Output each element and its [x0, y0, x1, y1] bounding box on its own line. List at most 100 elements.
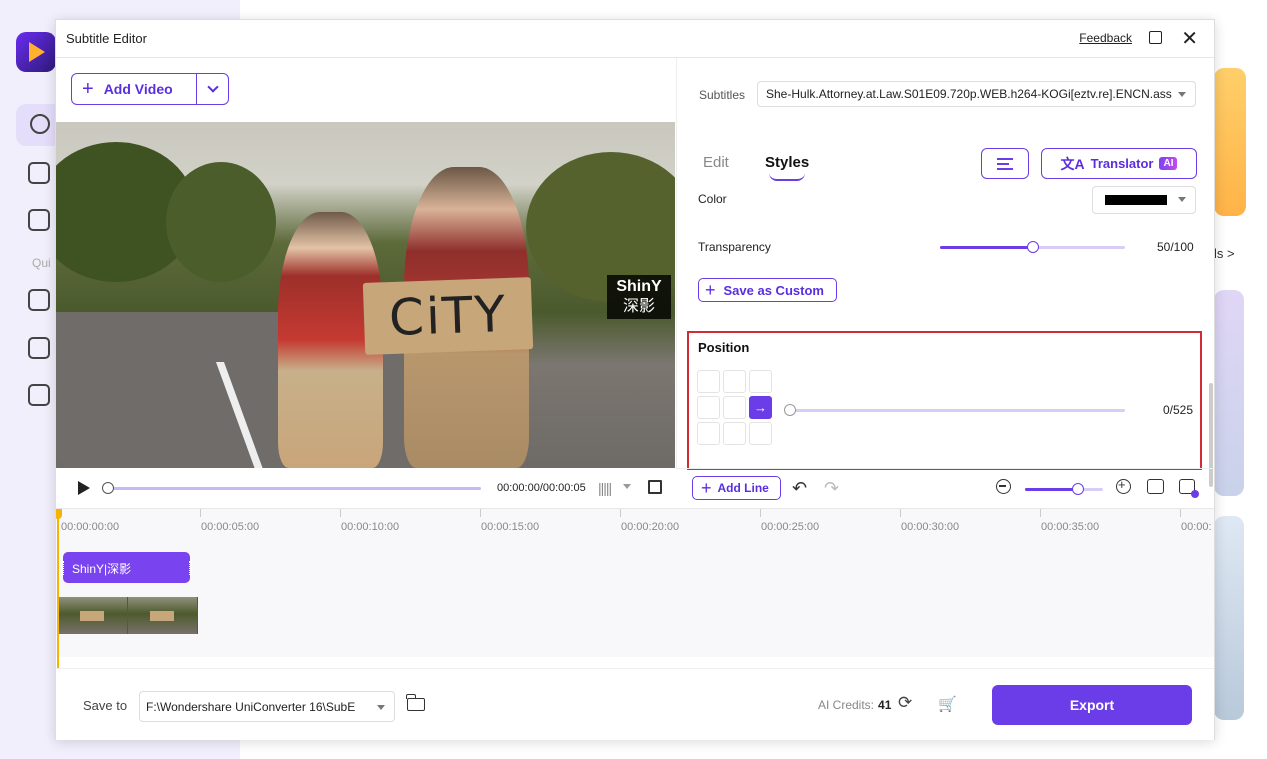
playback-scrubber[interactable] [102, 482, 481, 494]
city-sign: CiTY [362, 277, 534, 355]
ruler-tick [340, 509, 341, 517]
subtitles-label: Subtitles [699, 88, 746, 102]
transparency-value: 50/100 [1157, 240, 1194, 254]
video-thumbnail [58, 597, 128, 634]
playhead[interactable] [56, 509, 62, 668]
ruler-tick [760, 509, 761, 517]
image-settings-icon[interactable] [1179, 479, 1199, 498]
zoom-out-icon[interactable] [996, 479, 1011, 494]
timeline-ruler[interactable]: 00:00:00:00 00:00:05:00 00:00:10:00 00:00:1… [56, 509, 1214, 545]
zoom-slider-fill [1025, 488, 1079, 491]
export-button[interactable]: Export [992, 685, 1192, 725]
position-slider-knob[interactable] [784, 404, 796, 416]
add-video-button-group: + Add Video [71, 73, 229, 105]
translate-icon: 文A [1060, 155, 1085, 172]
position-offset-slider[interactable] [784, 404, 1125, 416]
ruler-tick-label: 00:00:30:00 [901, 521, 960, 533]
position-middle-right[interactable]: → [749, 396, 772, 419]
position-title: Position [698, 340, 750, 355]
fit-timeline-icon[interactable] [1147, 479, 1164, 494]
save-to-label: Save to [83, 698, 128, 713]
save-path-value: F:\Wondershare UniConverter 16\SubE [146, 700, 356, 714]
ruler-tick [200, 509, 201, 517]
tab-styles[interactable]: Styles [765, 154, 809, 171]
clip-handle-left[interactable] [61, 561, 64, 575]
background-card-2 [1214, 516, 1244, 720]
refresh-icon[interactable]: ⟳ [898, 693, 912, 713]
audio-wave-icon[interactable]: ||||| [598, 480, 612, 496]
ruler-tick-label: 00:00:05:00 [201, 521, 260, 533]
scrubber-knob[interactable] [102, 482, 114, 494]
tab-edit[interactable]: Edit [703, 154, 729, 171]
position-bottom-center[interactable] [723, 422, 746, 445]
zoom-slider-knob[interactable] [1072, 483, 1085, 495]
arrow-right-icon: → [754, 400, 767, 415]
tree-shape [166, 162, 276, 282]
convert-icon[interactable] [28, 337, 50, 359]
video-track[interactable] [58, 597, 198, 634]
play-icon[interactable] [78, 481, 90, 495]
redo-icon[interactable]: ↷ [824, 478, 839, 499]
toolbox-icon[interactable] [28, 162, 50, 184]
color-picker[interactable] [1092, 186, 1196, 214]
fullscreen-icon[interactable] [648, 480, 662, 494]
undo-icon[interactable]: ↶ [792, 478, 807, 499]
position-top-right[interactable] [749, 370, 772, 393]
add-video-dropdown[interactable] [196, 74, 228, 104]
save-as-custom-button[interactable]: + Save as Custom [698, 278, 837, 302]
position-bottom-left[interactable] [697, 422, 720, 445]
position-middle-left[interactable] [697, 396, 720, 419]
maximize-icon[interactable] [1149, 31, 1162, 44]
add-video-button[interactable]: + Add Video [72, 74, 196, 104]
add-video-label: Add Video [103, 81, 173, 97]
ruler-tick [1180, 509, 1181, 517]
ruler-tick-label: 00:00:20:00 [621, 521, 680, 533]
app-logo [16, 32, 56, 72]
transparency-slider[interactable] [940, 241, 1125, 253]
close-icon[interactable]: ✕ [1181, 26, 1198, 51]
position-grid: → [697, 370, 772, 445]
background-more-link[interactable]: ls > [1214, 246, 1235, 261]
watermark-line1: ShinY [616, 278, 662, 295]
ruler-tick-label: 00:00: [1181, 521, 1212, 533]
styles-panel: Subtitles She-Hulk.Attorney.at.Law.S01E0… [676, 58, 1214, 487]
clip-handle-right[interactable] [189, 561, 192, 575]
feedback-link[interactable]: Feedback [1079, 31, 1132, 45]
position-top-left[interactable] [697, 370, 720, 393]
position-middle-center[interactable] [723, 396, 746, 419]
background-banner-card [1214, 68, 1246, 216]
cart-icon[interactable]: 🛒 [938, 695, 957, 713]
title-bar: Subtitle Editor Feedback ✕ [56, 20, 1214, 58]
zoom-slider[interactable] [1025, 483, 1103, 495]
home-icon[interactable] [30, 114, 50, 134]
color-swatch [1105, 195, 1167, 205]
player-icon[interactable] [28, 384, 50, 406]
video-preview[interactable]: CiTY ShinY 深影 [56, 122, 675, 468]
ruler-tick [900, 509, 901, 517]
subtitles-file-select[interactable]: She-Hulk.Attorney.at.Law.S01E09.720p.WEB… [757, 81, 1196, 107]
subtitle-list-button[interactable] [981, 148, 1029, 179]
document-icon[interactable] [28, 209, 50, 231]
add-line-button[interactable]: + Add Line [692, 476, 781, 500]
chevron-down-icon [206, 81, 219, 93]
zoom-in-icon[interactable] [1116, 477, 1131, 494]
position-top-center[interactable] [723, 370, 746, 393]
ruler-tick-label: 00:00:25:00 [761, 521, 820, 533]
plus-icon: + [705, 280, 716, 300]
tools-icon[interactable] [28, 289, 50, 311]
video-thumbnail [128, 597, 198, 634]
ai-credits-value: 41 [878, 698, 892, 712]
subtitle-clip-text: ShinY|深影 [72, 562, 132, 576]
watermark: ShinY 深影 [607, 275, 671, 319]
translator-button[interactable]: 文A Translator AI [1041, 148, 1197, 179]
transparency-slider-knob[interactable] [1026, 241, 1039, 253]
timeline-scrollbar[interactable] [56, 657, 1214, 668]
translator-label: Translator [1090, 156, 1154, 171]
save-path-select[interactable]: F:\Wondershare UniConverter 16\SubE [139, 691, 395, 722]
chevron-down-icon [1178, 92, 1186, 97]
subtitle-clip[interactable]: ShinY|深影 [61, 552, 192, 583]
chevron-down-icon[interactable] [623, 484, 631, 489]
ruler-tick [480, 509, 481, 517]
folder-icon[interactable] [406, 694, 425, 711]
position-bottom-right[interactable] [749, 422, 772, 445]
